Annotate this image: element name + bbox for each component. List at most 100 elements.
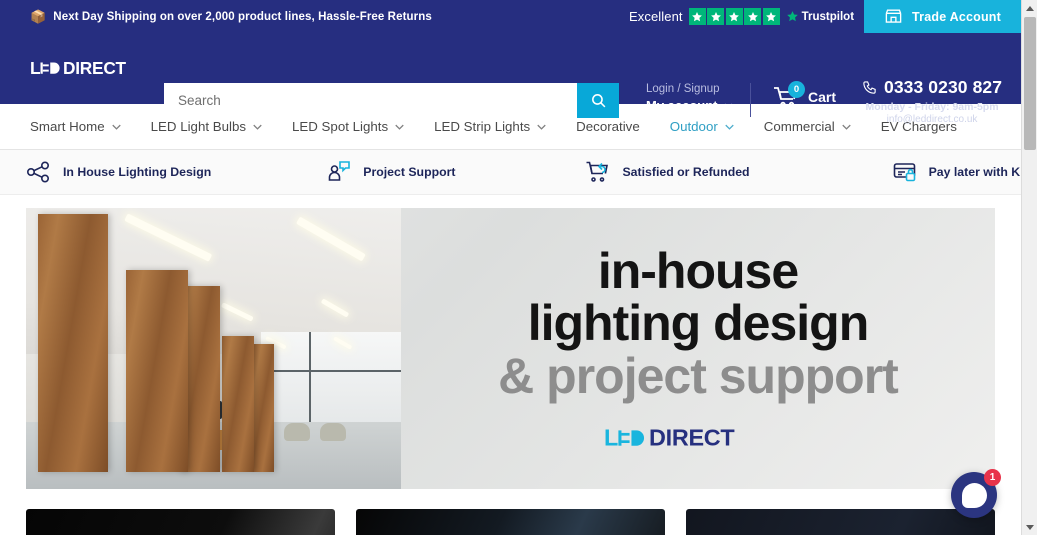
hero-logo: L DIRECT (604, 425, 793, 457)
usp-label: Satisfied or Refunded (622, 165, 750, 179)
nav-label: Smart Home (30, 119, 105, 134)
hero-headline-line1: in-house (597, 243, 799, 299)
usp-label: Project Support (363, 165, 456, 179)
chevron-down-icon (723, 103, 733, 109)
topbar-right-group: Excellent Trustpilot Trade Account (629, 0, 1021, 33)
site-logo[interactable]: L DIRECT (30, 58, 180, 79)
trustpilot-stars (688, 8, 780, 25)
contact-email[interactable]: info@leddirect.co.uk (862, 114, 1002, 125)
site-header: L DIRECT Login / Signup My account (0, 33, 1021, 125)
account-menu[interactable]: Login / Signup My account (646, 81, 733, 114)
card-lock-icon (893, 163, 915, 182)
svg-text:L: L (604, 425, 618, 451)
usp-label: Pay later with Klarna (928, 165, 1021, 179)
nav-item-smart-home[interactable]: Smart Home (30, 119, 121, 134)
header-divider (750, 83, 751, 117)
cart-return-icon (586, 161, 609, 182)
promo-card-row (26, 509, 995, 535)
phone-row[interactable]: 0333 0230 827 (862, 77, 1002, 98)
chevron-down-icon (537, 124, 546, 130)
armchair (284, 423, 310, 442)
wood-partition (222, 336, 254, 472)
shipping-message-text: Next Day Shipping on over 2,000 product … (53, 10, 432, 23)
star-icon (707, 8, 725, 25)
announcement-bar: 📦 Next Day Shipping on over 2,000 produc… (0, 0, 1021, 33)
usp-pay-later-klarna[interactable]: Pay later with Klarna (892, 159, 1021, 185)
my-account-row: My account (646, 97, 733, 114)
cart-icon-wrap: 0 (773, 81, 805, 109)
search-icon (591, 94, 605, 108)
package-icon: 📦 (30, 9, 47, 24)
chevron-down-icon (725, 124, 734, 130)
usp-project-support[interactable]: Project Support (326, 159, 455, 185)
nav-item-led-light-bulbs[interactable]: LED Light Bulbs (151, 119, 262, 134)
star-icon (725, 8, 743, 25)
star-icon (744, 8, 762, 25)
promo-card-1[interactable] (26, 509, 335, 535)
usp-strip: In House Lighting Design Project Support… (0, 150, 1021, 195)
chat-bubble-icon (961, 482, 987, 508)
wood-partition (38, 214, 108, 472)
caret-up-icon (1026, 5, 1034, 11)
page-viewport: 📦 Next Day Shipping on over 2,000 produc… (0, 0, 1021, 535)
trustpilot-rating-word: Excellent (628, 9, 683, 24)
nav-item-outdoor[interactable]: Outdoor (670, 119, 734, 134)
led-direct-logo-icon: L DIRECT (30, 58, 127, 78)
star-icon (762, 8, 780, 25)
storefront-icon (885, 9, 902, 23)
chat-unread-badge: 1 (984, 469, 1001, 486)
search-bar (164, 83, 619, 118)
chevron-down-icon (111, 124, 121, 130)
nav-label: Decorative (576, 119, 640, 134)
person-chat-icon (328, 161, 351, 181)
chevron-down-icon (842, 124, 851, 130)
nav-item-led-spot-lights[interactable]: LED Spot Lights (292, 119, 404, 134)
led-direct-logo-icon: L DIRECT (604, 425, 736, 451)
hero-photo (26, 208, 401, 489)
wood-partition (126, 270, 188, 472)
trustpilot-logo: Trustpilot (786, 10, 854, 23)
trustpilot-rating[interactable]: Excellent Trustpilot (629, 8, 854, 25)
nav-item-decorative[interactable]: Decorative (576, 119, 640, 134)
usp-in-house-lighting-design[interactable]: In House Lighting Design (26, 159, 211, 185)
scrollbar-thumb[interactable] (1024, 17, 1036, 150)
star-icon (688, 8, 706, 25)
shipping-message: 📦 Next Day Shipping on over 2,000 produc… (30, 10, 432, 23)
trade-account-label: Trade Account (912, 9, 1001, 24)
wood-partition (254, 344, 274, 472)
armchair (320, 423, 346, 442)
search-input[interactable] (164, 83, 577, 118)
hero-headline-line2: lighting design (527, 295, 870, 351)
page-scrollbar[interactable] (1021, 0, 1037, 535)
login-signup-label: Login / Signup (646, 83, 720, 95)
chevron-down-icon (253, 124, 262, 130)
cart-count-badge: 0 (788, 81, 805, 98)
usp-satisfied-or-refunded[interactable]: Satisfied or Refunded (585, 159, 750, 185)
svg-text:DIRECT: DIRECT (649, 425, 735, 451)
promo-card-3[interactable] (686, 509, 995, 535)
nav-label: LED Spot Lights (292, 119, 389, 134)
svg-text:L: L (30, 58, 40, 78)
chat-widget[interactable]: 1 (951, 469, 1001, 518)
hero-banner[interactable]: in-house lighting design & project suppo… (26, 208, 995, 489)
nav-label: LED Strip Lights (434, 119, 531, 134)
my-account-label: My account (646, 98, 718, 113)
scroll-up-button[interactable] (1022, 0, 1037, 16)
promo-card-2[interactable] (356, 509, 665, 535)
nav-item-led-strip-lights[interactable]: LED Strip Lights (434, 119, 546, 134)
contact-block: 0333 0230 827 Monday - Friday: 9am-5pm i… (862, 77, 1002, 125)
trade-account-button[interactable]: Trade Account (864, 0, 1021, 33)
nav-label: Commercial (763, 119, 835, 134)
svg-text:DIRECT: DIRECT (63, 58, 127, 78)
chevron-down-icon (395, 124, 404, 130)
opening-hours: Monday - Friday: 9am-5pm (865, 101, 999, 113)
phone-number: 0333 0230 827 (884, 77, 1003, 97)
search-button[interactable] (577, 83, 619, 118)
scroll-down-button[interactable] (1022, 519, 1037, 535)
cart-button[interactable]: 0 Cart (773, 81, 836, 109)
hero-text-block: in-house lighting design & project suppo… (401, 208, 995, 489)
trustpilot-star-icon (786, 11, 798, 22)
trustpilot-brand-text: Trustpilot (801, 10, 855, 23)
nav-item-commercial[interactable]: Commercial (764, 119, 851, 134)
nav-label: Outdoor (669, 119, 718, 134)
